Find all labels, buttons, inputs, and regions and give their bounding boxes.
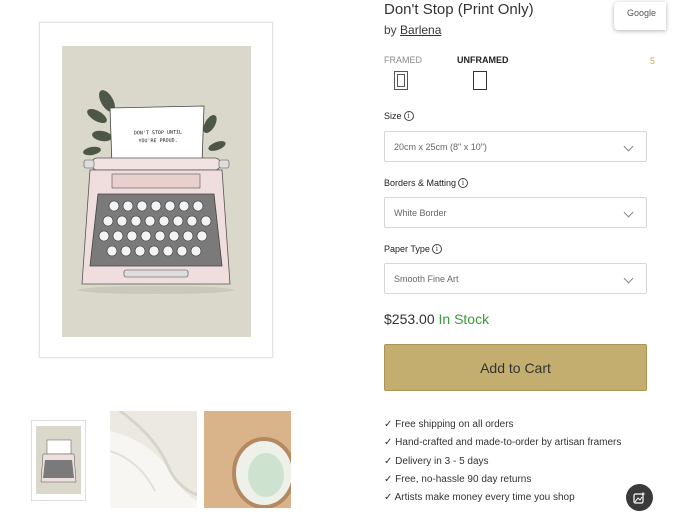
info-icon[interactable]: i xyxy=(458,178,469,188)
product-title: Don't Stop (Print Only) xyxy=(384,1,534,18)
byline: by Barlena xyxy=(384,23,442,37)
add-to-cart-button[interactable]: Add to Cart xyxy=(384,344,647,391)
frame-option-unframed-label[interactable]: UNFRAMED xyxy=(457,55,509,65)
list-item: ✓ Free, no-hassle 90 day returns xyxy=(384,473,532,485)
framed-frame-icon[interactable] xyxy=(394,71,408,90)
artwork-text: DON'T STOP UNTIL YOU'RE PROUD. xyxy=(133,129,183,145)
product-main-image[interactable]: DON'T STOP UNTIL YOU'RE PROUD. xyxy=(39,22,273,358)
list-item: ✓ Free shipping on all orders xyxy=(384,419,514,430)
image-sparkle-icon[interactable] xyxy=(626,484,653,511)
benefits-list: ✓ Free shipping on all orders ✓ Hand-cra… xyxy=(384,418,621,509)
size-select[interactable]: 20cm x 25cm (8" x 10") xyxy=(384,131,647,162)
size-label: Size i xyxy=(384,111,414,121)
google-badge[interactable]: Google xyxy=(614,2,666,30)
artist-link[interactable]: Barlena xyxy=(400,23,441,37)
thumbnail-paper-roll[interactable] xyxy=(110,411,197,508)
thumbnail-tube[interactable] xyxy=(204,411,291,508)
list-item: ✓ Artists make money every time you shop xyxy=(384,492,575,504)
chevron-down-icon xyxy=(623,207,634,218)
info-icon[interactable]: i xyxy=(403,111,414,121)
unframed-frame-icon[interactable] xyxy=(473,71,487,90)
thumbnail-artwork[interactable] xyxy=(31,420,86,501)
paper-type-label: Paper Type i xyxy=(384,244,442,254)
borders-label: Borders & Matting i xyxy=(384,178,469,188)
paper-type-select[interactable]: Smooth Fine Art xyxy=(384,263,647,294)
list-item: ✓ Delivery in 3 - 5 days xyxy=(384,455,489,467)
typewriter-illustration xyxy=(78,90,234,294)
price-amount: $253.00 xyxy=(384,311,435,327)
stock-status: In Stock xyxy=(438,311,490,327)
frame-option-framed-label[interactable]: FRAMED xyxy=(384,55,422,65)
list-item: ✓ Hand-crafted and made-to-order by arti… xyxy=(384,437,622,449)
artwork: DON'T STOP UNTIL YOU'RE PROUD. xyxy=(62,46,251,337)
price: $253.00 In Stock xyxy=(384,311,489,327)
info-icon[interactable]: i xyxy=(431,244,442,254)
borders-select[interactable]: White Border xyxy=(384,197,647,228)
chevron-down-icon xyxy=(623,141,634,152)
edge-mark: 5 xyxy=(650,56,656,66)
chevron-down-icon xyxy=(623,273,634,284)
